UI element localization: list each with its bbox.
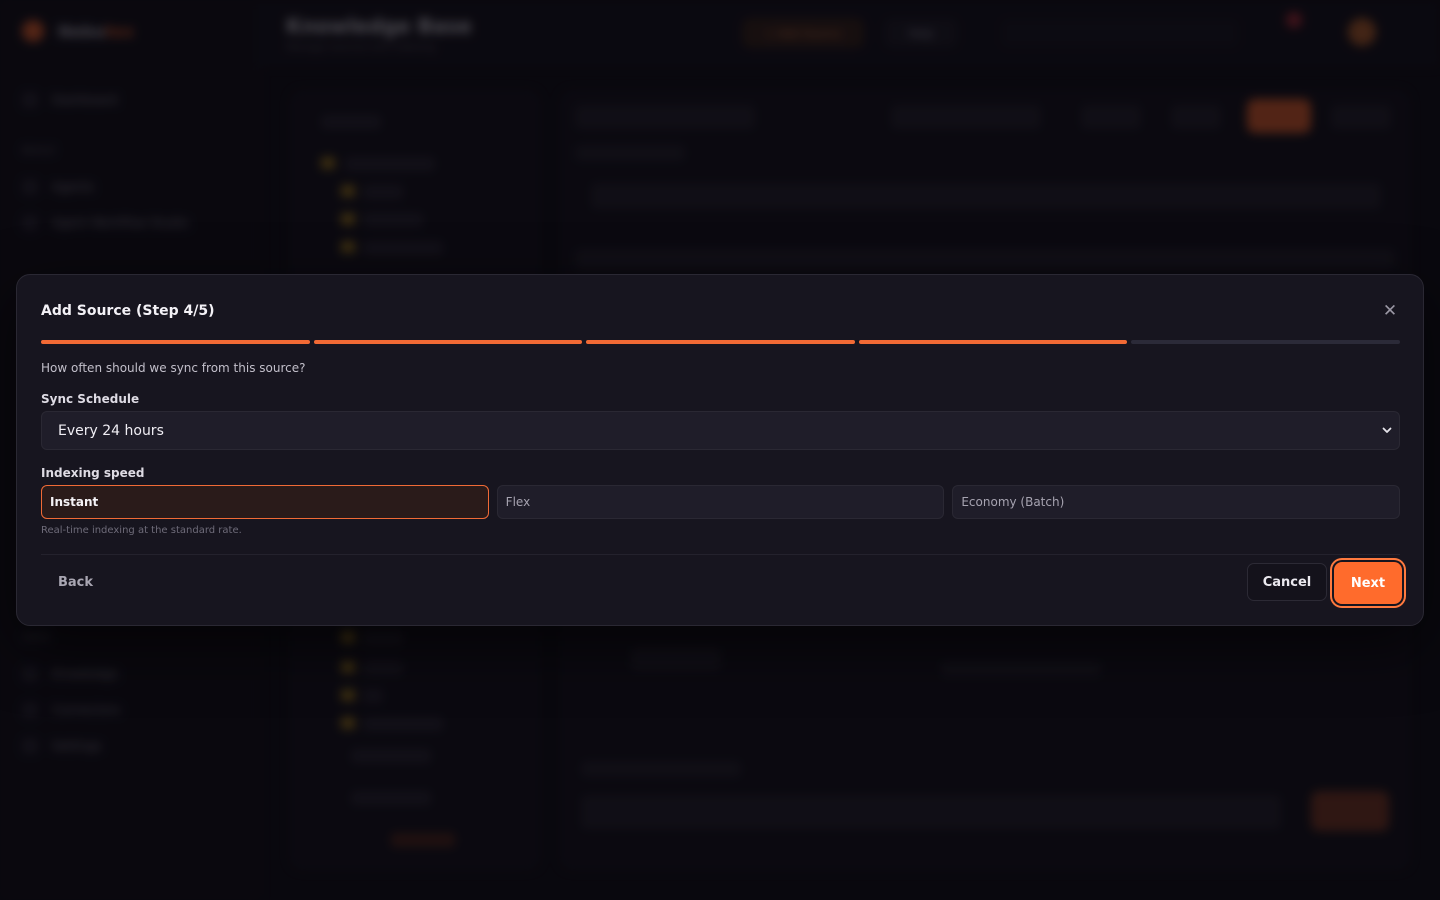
close-icon[interactable]: ✕: [1381, 302, 1399, 320]
step-question: How often should we sync from this sourc…: [41, 361, 306, 375]
speed-option-economy[interactable]: Economy (Batch): [952, 485, 1401, 519]
step-2-indicator: [313, 340, 583, 344]
step-3-indicator: [586, 340, 855, 344]
step-progress: [41, 340, 1400, 344]
cancel-button[interactable]: Cancel: [1247, 563, 1327, 601]
footer-divider: [41, 554, 1400, 555]
chevron-down-icon: [1382, 427, 1392, 433]
step-1-indicator: [41, 340, 310, 344]
indexing-speed-hint: Real-time indexing at the standard rate.: [41, 525, 242, 536]
indexing-speed-label: Indexing speed: [41, 466, 145, 480]
next-button[interactable]: Next: [1334, 562, 1402, 604]
step-5-indicator: [1131, 340, 1400, 344]
back-button[interactable]: Back: [41, 563, 110, 601]
step-4-indicator: [858, 340, 1128, 344]
sync-schedule-label: Sync Schedule: [41, 392, 140, 406]
sync-schedule-select[interactable]: Every 24 hours: [41, 411, 1400, 450]
indexing-speed-options: Instant Flex Economy (Batch): [41, 485, 1401, 519]
sync-schedule-value: Every 24 hours: [58, 422, 164, 439]
speed-option-flex[interactable]: Flex: [496, 485, 945, 519]
modal-title: Add Source (Step 4/5): [41, 303, 215, 319]
add-source-modal: Add Source (Step 4/5) ✕ How often should…: [16, 274, 1424, 626]
speed-option-instant[interactable]: Instant: [41, 485, 489, 519]
